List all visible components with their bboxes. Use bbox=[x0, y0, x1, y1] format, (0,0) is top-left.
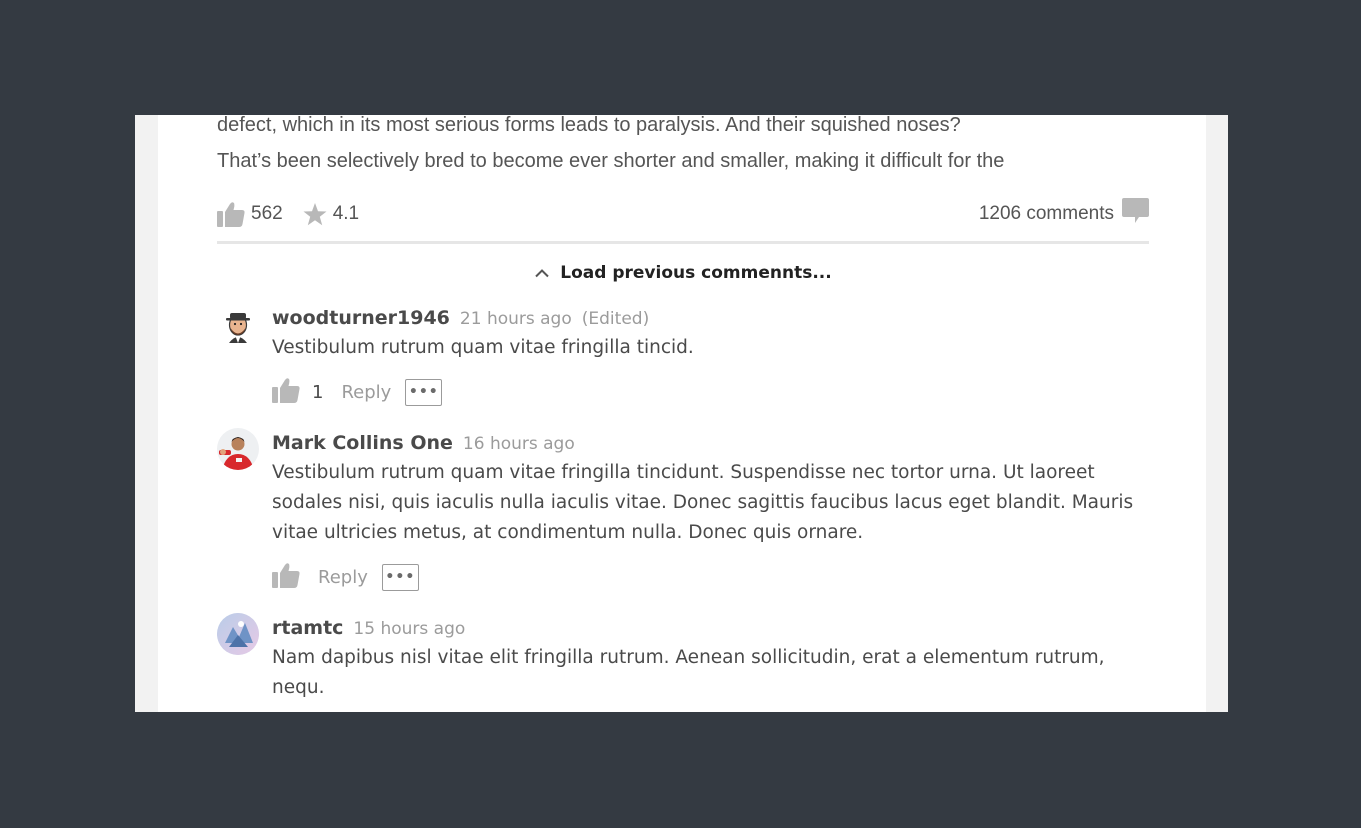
comment-body: rtamtc 15 hours ago Nam dapibus nisl vit… bbox=[272, 613, 1152, 703]
excerpt-line: defect, which in its most serious forms … bbox=[217, 115, 961, 136]
comment-body: Mark Collins One 16 hours ago Vestibulum… bbox=[272, 428, 1152, 592]
like-count: 1 bbox=[312, 381, 324, 403]
article-excerpt: defect, which in its most serious forms … bbox=[217, 115, 1149, 179]
star-icon bbox=[303, 202, 327, 226]
comment-meta: woodturner1946 21 hours ago (Edited) bbox=[272, 303, 1152, 333]
more-options-button[interactable]: ••• bbox=[381, 563, 419, 591]
load-previous-label: Load previous commennts... bbox=[560, 263, 832, 283]
comment-text: Nam dapibus nisl vitae elit fringilla ru… bbox=[272, 647, 1105, 698]
article-stats: 562 4.1 1206 comments bbox=[217, 198, 1149, 230]
reply-button[interactable]: Reply bbox=[341, 382, 391, 403]
like-button[interactable] bbox=[272, 562, 300, 593]
comment-text: Vestibulum rutrum quam vitae fringilla t… bbox=[272, 337, 694, 358]
comment-author[interactable]: woodturner1946 bbox=[272, 303, 450, 333]
comment-text: Vestibulum rutrum quam vitae fringilla t… bbox=[272, 462, 1134, 543]
like-count: 562 bbox=[251, 203, 283, 224]
comment-bubble-icon bbox=[1122, 198, 1149, 230]
load-previous-comments-button[interactable]: Load previous commennts... bbox=[217, 261, 1149, 285]
comment-timestamp: 15 hours ago bbox=[353, 619, 466, 639]
excerpt-line: That’s been selectively bred to become e… bbox=[217, 150, 1005, 172]
comment-timestamp: 16 hours ago bbox=[462, 434, 575, 454]
edited-label: (Edited) bbox=[581, 309, 650, 329]
comment-actions: Reply ••• bbox=[272, 562, 1152, 592]
reply-button[interactable]: Reply bbox=[318, 567, 368, 588]
thumbs-up-icon bbox=[272, 562, 300, 593]
comments-count-link[interactable]: 1206 comments bbox=[979, 198, 1149, 230]
article-panel: defect, which in its most serious forms … bbox=[158, 115, 1206, 712]
comment-author[interactable]: Mark Collins One bbox=[272, 428, 453, 458]
thumbs-up-icon bbox=[272, 377, 300, 408]
rating-value: 4.1 bbox=[332, 203, 360, 224]
avatar[interactable] bbox=[217, 303, 259, 345]
comments-count: 1206 comments bbox=[978, 203, 1114, 224]
divider bbox=[217, 241, 1149, 244]
like-button[interactable] bbox=[272, 377, 300, 408]
more-options-button[interactable]: ••• bbox=[405, 378, 443, 406]
like-stat[interactable]: 562 bbox=[217, 201, 283, 227]
chevron-up-icon bbox=[534, 263, 550, 283]
comment-actions: 1 Reply ••• bbox=[272, 377, 1152, 407]
article-card: defect, which in its most serious forms … bbox=[135, 115, 1228, 712]
avatar[interactable] bbox=[217, 428, 259, 470]
comment-meta: rtamtc 15 hours ago bbox=[272, 613, 1152, 643]
comment-body: woodturner1946 21 hours ago (Edited) Ves… bbox=[272, 303, 1152, 407]
comment-timestamp: 21 hours ago bbox=[459, 309, 572, 329]
avatar[interactable] bbox=[217, 613, 259, 655]
comment-author[interactable]: rtamtc bbox=[272, 613, 343, 643]
comment-meta: Mark Collins One 16 hours ago bbox=[272, 428, 1152, 458]
rating-stat: 4.1 bbox=[303, 202, 360, 226]
thumbs-up-icon bbox=[217, 201, 245, 227]
